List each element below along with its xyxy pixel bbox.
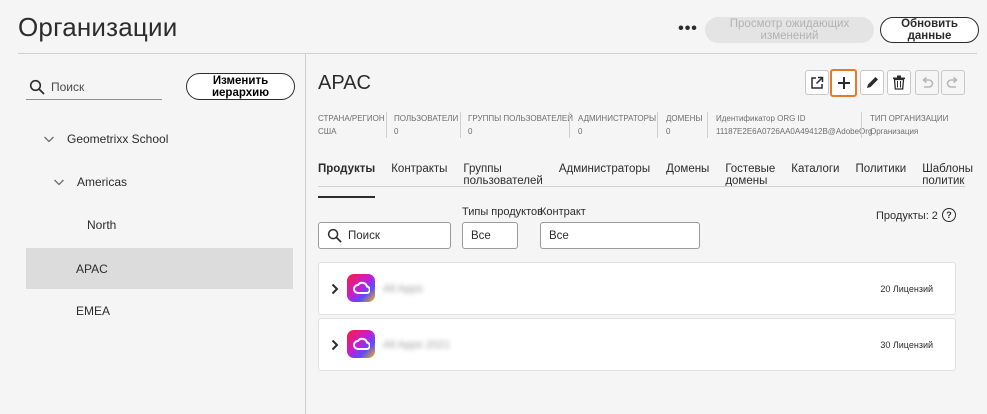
help-icon[interactable]: ? <box>942 208 956 222</box>
meta-value: Организация <box>870 127 919 136</box>
header-divider <box>18 53 977 54</box>
contract-select[interactable]: Все <box>540 222 700 249</box>
products-search-placeholder: Поиск <box>348 229 380 242</box>
refresh-data-button[interactable]: Обновить данные <box>880 17 979 43</box>
tree-item-north[interactable]: North <box>87 218 116 232</box>
tab-policy-templates[interactable]: Шаблоны политик <box>922 163 973 195</box>
products-count: Продукты: 2 <box>876 210 938 222</box>
tab-guest-domains[interactable]: Гостевые домены <box>725 163 775 195</box>
meta-divider <box>386 112 387 138</box>
product-types-label: Типы продуктов <box>462 206 543 218</box>
tree-item-geometrixx-school[interactable]: Geometrixx School <box>43 132 168 146</box>
meta-divider <box>861 112 862 138</box>
meta-domains: ДОМЕНЫ 0 <box>666 112 703 138</box>
creative-cloud-logo-icon <box>347 274 375 302</box>
meta-users: ПОЛЬЗОВАТЕЛИ 0 <box>394 112 458 138</box>
tab-products[interactable]: Продукты <box>318 163 376 198</box>
meta-country: СТРАНА/РЕГИОН США <box>318 112 385 138</box>
undo-button[interactable] <box>915 70 939 95</box>
tab-directories[interactable]: Каталоги <box>791 163 839 195</box>
meta-label: АДМИНИСТРАТОРЫ <box>578 114 657 123</box>
plus-icon <box>837 77 850 89</box>
tree-selected-highlight <box>26 248 293 289</box>
meta-value: 11187E2E6A0726AA0A49412B@AdobeOrg <box>716 127 873 136</box>
meta-org-type: ТИП ОРГАНИЗАЦИИ Организация <box>870 112 948 138</box>
page-title: Организации <box>18 12 178 42</box>
tab-bar: Продукты Контракты Группы пользователей … <box>318 163 987 198</box>
open-external-icon <box>811 76 824 89</box>
meta-value: 0 <box>666 127 671 136</box>
pencil-icon <box>866 77 878 88</box>
tree-item-label: EMEA <box>76 304 111 318</box>
org-title: APAC <box>318 72 371 94</box>
tab-policies[interactable]: Политики <box>855 163 906 195</box>
redo-button[interactable] <box>941 70 965 95</box>
undo-icon <box>922 76 934 88</box>
chevron-right-icon[interactable] <box>330 339 340 351</box>
more-options-button[interactable]: ••• <box>677 18 699 40</box>
tab-contracts[interactable]: Контракты <box>391 163 447 195</box>
meta-label: ТИП ОРГАНИЗАЦИИ <box>870 114 949 123</box>
meta-label: СТРАНА/РЕГИОН <box>318 114 385 123</box>
meta-divider <box>569 112 570 138</box>
meta-org-id: Идентификатор ORG ID 11187E2E6A0726AA0A4… <box>716 112 872 138</box>
search-icon <box>29 79 45 94</box>
sidebar-search-input[interactable]: Поиск <box>26 74 162 100</box>
contract-label: Контракт <box>540 206 586 218</box>
chevron-right-icon[interactable] <box>330 283 340 295</box>
products-search-input[interactable]: Поиск <box>318 222 451 249</box>
meta-label: ДОМЕНЫ <box>666 114 703 123</box>
tree-item-label: North <box>87 218 117 232</box>
tree-item-label: APAC <box>76 262 108 276</box>
meta-admins: АДМИНИСТРАТОРЫ 0 <box>578 112 656 138</box>
tabs-divider <box>318 186 965 187</box>
meta-value: 0 <box>468 127 473 136</box>
chevron-down-icon[interactable] <box>43 133 55 145</box>
meta-label: ПОЛЬЗОВАТЕЛИ <box>394 114 459 123</box>
search-icon <box>327 228 342 243</box>
product-licenses: 20 Лицензий <box>880 284 933 294</box>
tree-item-label: Geometrixx School <box>67 132 169 146</box>
tree-item-label: Americas <box>77 175 128 189</box>
product-name: All Apps <box>383 283 423 295</box>
tab-domains[interactable]: Домены <box>666 163 709 195</box>
meta-value: США <box>318 127 337 136</box>
tab-user-groups[interactable]: Группы пользователей <box>463 163 542 195</box>
creative-cloud-logo-icon <box>347 330 375 358</box>
meta-value: 0 <box>394 127 399 136</box>
tab-administrators[interactable]: Администраторы <box>559 163 650 195</box>
meta-divider <box>460 112 461 138</box>
delete-button[interactable] <box>887 70 911 95</box>
add-button[interactable] <box>830 69 857 97</box>
tree-item-apac[interactable]: APAC <box>76 262 108 276</box>
product-card[interactable]: All Apps 2021 30 Лицензий <box>318 318 956 371</box>
meta-divider <box>657 112 658 138</box>
chevron-down-icon[interactable] <box>53 176 65 188</box>
sidebar-search-placeholder: Поиск <box>51 79 85 94</box>
edit-button[interactable] <box>860 70 884 95</box>
tree-item-americas[interactable]: Americas <box>53 175 127 189</box>
panel-divider <box>305 54 306 414</box>
meta-value: 0 <box>578 127 583 136</box>
meta-user-groups: ГРУППЫ ПОЛЬЗОВАТЕЛЕЙ 0 <box>468 112 573 138</box>
meta-divider <box>707 112 708 138</box>
view-pending-changes-button[interactable]: Просмотр ожидающих изменений <box>705 17 874 43</box>
edit-hierarchy-button[interactable]: Изменить иерархию <box>186 73 295 100</box>
product-licenses: 30 Лицензий <box>880 340 933 350</box>
redo-icon <box>946 76 958 88</box>
meta-label: ГРУППЫ ПОЛЬЗОВАТЕЛЕЙ <box>468 114 573 123</box>
open-external-button[interactable] <box>805 70 829 95</box>
meta-label: Идентификатор ORG ID <box>716 114 806 123</box>
tree-item-emea[interactable]: EMEA <box>76 304 110 318</box>
product-types-select[interactable]: Все <box>462 222 518 249</box>
product-card[interactable]: All Apps 20 Лицензий <box>318 262 956 315</box>
trash-icon <box>893 75 905 90</box>
product-name: All Apps 2021 <box>383 339 451 351</box>
